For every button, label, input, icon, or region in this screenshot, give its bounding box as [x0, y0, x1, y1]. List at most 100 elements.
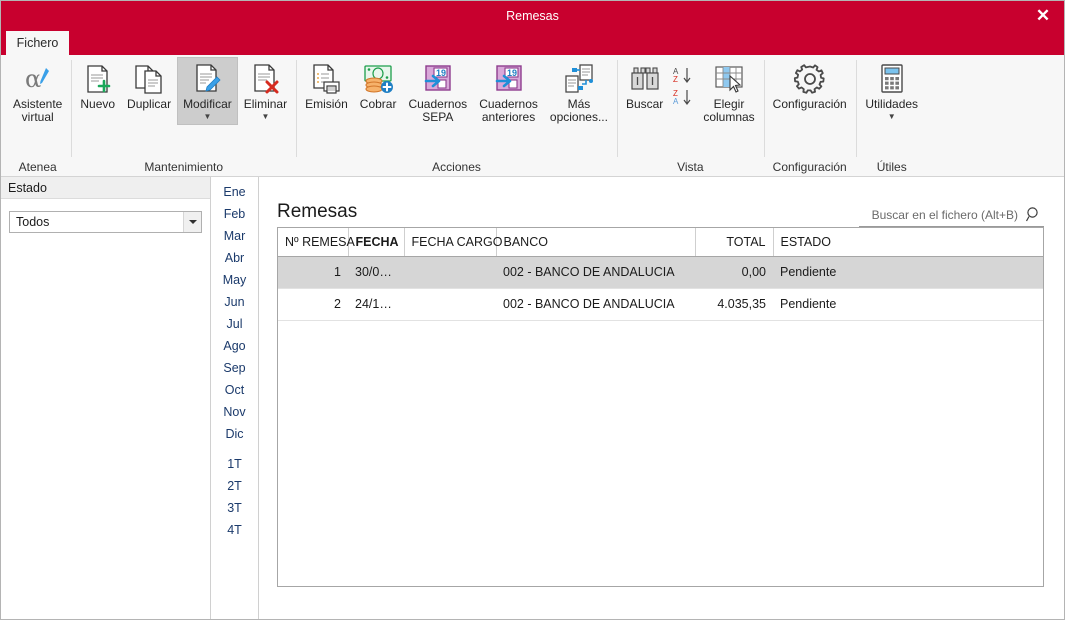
cell-remesa: 1	[278, 256, 348, 289]
estado-combobox[interactable]: Todos	[9, 211, 202, 233]
month-item-may[interactable]: May	[211, 269, 258, 291]
quarter-item-1t[interactable]: 1T	[211, 453, 258, 475]
ribbon-button-utilidades[interactable]: Utilidades ▼	[859, 57, 925, 125]
quarter-item-4t[interactable]: 4T	[211, 519, 258, 541]
ribbon-button-elegir-columnas[interactable]: Elegir columnas	[697, 57, 760, 127]
cell-banco: 002 - BANCO DE ANDALUCIA	[496, 288, 695, 321]
svg-text:19: 19	[507, 68, 517, 78]
ribbon-button-cuadernos-sepa[interactable]: 19 Cuadernos SEPA	[402, 57, 473, 127]
cell-fecha-cargo	[404, 256, 496, 289]
column-header-fecha[interactable]: FECHA	[348, 228, 405, 257]
month-item-jun[interactable]: Jun	[211, 291, 258, 313]
ribbon-button-label: Cobrar	[359, 97, 397, 111]
search-input[interactable]	[859, 207, 1022, 222]
cell-banco: 002 - BANCO DE ANDALUCIA	[496, 256, 695, 289]
chevron-down-icon[interactable]: ▼	[203, 112, 211, 122]
ribbon-button-emision[interactable]: Emisión	[299, 57, 354, 114]
ribbon-button-mas-opciones[interactable]: Más opciones...	[544, 57, 614, 127]
ribbon-button-asistente-virtual[interactable]: α Asistente virtual	[7, 57, 68, 127]
ribbon: α Asistente virtual Atenea Nuevo Duplica…	[1, 55, 1064, 177]
ribbon-button-buscar[interactable]: Buscar	[620, 57, 669, 114]
chevron-down-icon[interactable]: ▼	[888, 112, 896, 122]
cell-fecha: 24/10/...	[348, 288, 404, 321]
month-item-ago[interactable]: Ago	[211, 335, 258, 357]
ribbon-button-cobrar[interactable]: Cobrar	[354, 57, 403, 114]
document-pencil-icon	[190, 62, 224, 96]
search-box[interactable]	[859, 206, 1044, 227]
svg-text:Z: Z	[673, 75, 678, 84]
month-filter-panel: Ene Feb Mar Abr May Jun Jul Ago Sep Oct …	[211, 177, 259, 619]
ribbon-tab-strip: Fichero	[1, 31, 1064, 55]
window-title: Remesas	[506, 9, 559, 23]
page-title: Remesas	[277, 201, 358, 222]
ribbon-group-label-configuracion: Configuración	[772, 160, 847, 174]
ribbon-button-label: Buscar	[625, 97, 664, 111]
main-body: Estado Todos Ene Feb Mar Abr May Jun Jul…	[1, 177, 1064, 619]
ribbon-button-configuracion[interactable]: Configuración	[767, 57, 853, 114]
column-header-banco[interactable]: BANCO	[496, 228, 696, 257]
choose-columns-icon	[712, 62, 746, 96]
cell-fecha: 30/09/...	[348, 256, 404, 289]
month-item-abr[interactable]: Abr	[211, 247, 258, 269]
ribbon-group-vista: Buscar A Z Z A Elegir columnas Vista	[616, 55, 764, 177]
column-header-fecha-cargo[interactable]: FECHA CARGO	[404, 228, 503, 257]
ribbon-button-label: Nuevo	[80, 97, 116, 111]
sort-az-icon[interactable]: A Z	[672, 65, 694, 87]
sepa-notebook-icon: 19	[421, 62, 455, 96]
month-item-dic[interactable]: Dic	[211, 423, 258, 445]
cell-estado: Pendiente	[773, 256, 1043, 289]
chevron-down-icon[interactable]	[183, 212, 201, 232]
ribbon-group-label-acciones: Acciones	[432, 160, 481, 174]
filter-panel-header: Estado	[1, 177, 210, 199]
documents-flow-icon	[562, 62, 596, 96]
ribbon-button-eliminar[interactable]: Eliminar ▼	[238, 57, 293, 125]
month-item-feb[interactable]: Feb	[211, 203, 258, 225]
month-item-mar[interactable]: Mar	[211, 225, 258, 247]
column-header-total[interactable]: TOTAL	[695, 228, 774, 257]
calculator-icon	[875, 62, 909, 96]
sort-za-icon[interactable]: Z A	[672, 87, 694, 109]
quarter-item-2t[interactable]: 2T	[211, 475, 258, 497]
application-window: Remesas ✕ Fichero α Asistente virtual At…	[0, 0, 1065, 620]
column-header-estado[interactable]: ESTADO	[773, 228, 1043, 257]
quarter-item-3t[interactable]: 3T	[211, 497, 258, 519]
month-item-oct[interactable]: Oct	[211, 379, 258, 401]
ribbon-button-nuevo[interactable]: Nuevo	[74, 57, 121, 114]
column-header-remesa[interactable]: Nº REMESA	[278, 228, 355, 257]
document-delete-icon	[248, 62, 282, 96]
chevron-down-icon[interactable]: ▼	[261, 112, 269, 122]
ribbon-group-label-mantenimiento: Mantenimiento	[144, 160, 224, 174]
month-item-jul[interactable]: Jul	[211, 313, 258, 335]
month-item-ene[interactable]: Ene	[211, 181, 258, 203]
content-header: Remesas	[277, 185, 1044, 227]
alpha-pen-icon: α	[21, 62, 55, 96]
month-item-nov[interactable]: Nov	[211, 401, 258, 423]
ribbon-group-label-vista: Vista	[677, 160, 704, 174]
ribbon-group-label-atenea: Atenea	[18, 160, 57, 174]
svg-text:α: α	[25, 65, 41, 93]
ribbon-button-duplicar[interactable]: Duplicar	[121, 57, 177, 114]
close-icon[interactable]: ✕	[1022, 1, 1064, 31]
ribbon-button-label: Cuadernos anteriores	[479, 97, 538, 124]
ribbon-button-label: Configuración	[772, 97, 847, 111]
filter-panel: Estado Todos	[1, 177, 211, 619]
ribbon-button-modificar[interactable]: Modificar ▼	[177, 57, 238, 125]
tab-fichero[interactable]: Fichero	[6, 31, 69, 55]
ribbon-button-sort-az-za[interactable]: A Z Z A	[669, 57, 697, 117]
cell-remesa: 2	[278, 288, 348, 321]
ribbon-button-label: Cuadernos SEPA	[408, 97, 468, 124]
svg-text:19: 19	[436, 68, 446, 78]
ribbon-group-acciones: Emisión Cobrar 19 Cuadernos SEPA 19 Cuad…	[296, 55, 617, 177]
title-bar: Remesas ✕	[1, 1, 1064, 31]
search-icon[interactable]	[1022, 206, 1044, 223]
table-row[interactable]: 2 24/10/... 002 - BANCO DE ANDALUCIA 4.0…	[278, 288, 1043, 321]
month-item-sep[interactable]: Sep	[211, 357, 258, 379]
sepa-notebook-icon: 19	[492, 62, 526, 96]
table-header-row: Nº REMESA FECHA FECHA CARGO BANCO TOTAL …	[278, 228, 1043, 257]
content-area: Remesas Buscar en el fichero (Alt+B) Nº …	[259, 177, 1064, 619]
cell-estado: Pendiente	[773, 288, 1043, 321]
ribbon-button-cuadernos-anteriores[interactable]: 19 Cuadernos anteriores	[473, 57, 544, 127]
table-row[interactable]: 1 30/09/... 002 - BANCO DE ANDALUCIA 0,0…	[278, 256, 1043, 289]
document-copy-icon	[132, 62, 166, 96]
document-plus-icon	[81, 62, 115, 96]
